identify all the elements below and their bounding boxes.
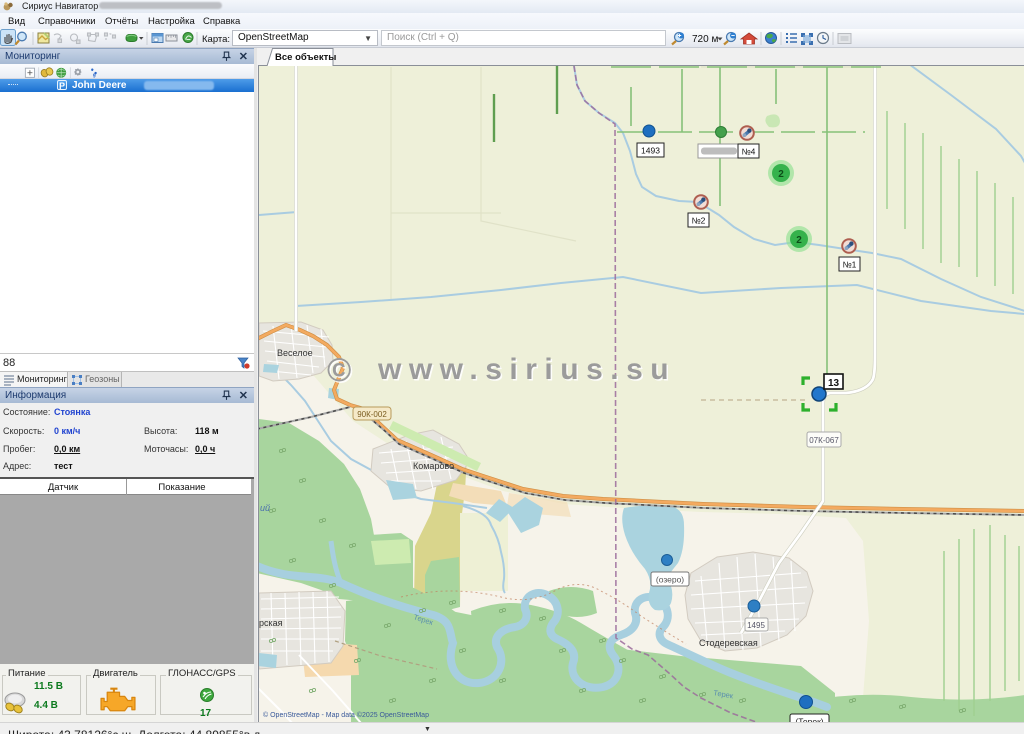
- svg-text:1493: 1493: [641, 146, 660, 156]
- svg-text:2: 2: [796, 235, 802, 246]
- svg-text:№2: №2: [692, 216, 706, 226]
- svg-text:№1: №1: [843, 260, 857, 270]
- svg-text:Комарово: Комарово: [413, 461, 454, 471]
- svg-text:©: ©: [327, 351, 351, 388]
- svg-text:№4: №4: [742, 147, 756, 157]
- svg-text:1495: 1495: [747, 621, 765, 630]
- svg-text:ий: ий: [260, 503, 270, 513]
- svg-text:© OpenStreetMap - Map data ©20: © OpenStreetMap - Map data ©2025 OpenStr…: [263, 711, 429, 719]
- svg-text:(озеро): (озеро): [656, 575, 684, 585]
- svg-text:Стодеревская: Стодеревская: [699, 638, 758, 648]
- svg-text:13: 13: [828, 378, 840, 389]
- svg-text:Веселое: Веселое: [277, 348, 313, 358]
- svg-text:2: 2: [778, 169, 784, 180]
- svg-text:07К-067: 07К-067: [809, 436, 839, 445]
- svg-text:90К-002: 90К-002: [357, 410, 387, 419]
- svg-text:рская: рская: [259, 618, 283, 628]
- svg-text:www.sirius.su: www.sirius.su: [377, 353, 676, 386]
